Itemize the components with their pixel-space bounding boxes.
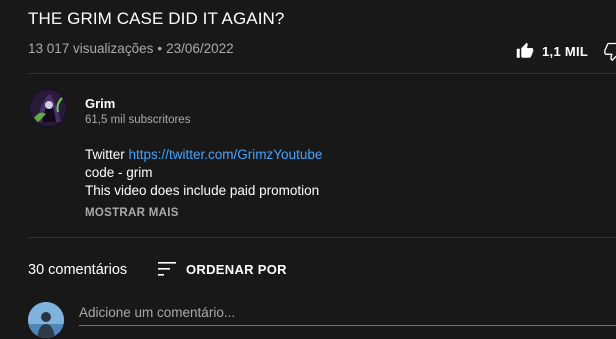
comment-input-underline <box>79 325 616 326</box>
user-avatar <box>28 302 64 338</box>
sort-label: ORDENAR POR <box>186 261 287 277</box>
video-meta: 13 017 visualizações • 23/06/2022 <box>28 41 234 56</box>
show-more-button[interactable]: MOSTRAR MAIS <box>85 207 179 219</box>
subscriber-count: 61,5 mil subscritores <box>85 114 191 126</box>
description-line: code - grim <box>85 165 153 180</box>
user-avatar-image <box>28 302 64 338</box>
sort-icon <box>158 262 176 276</box>
twitter-link[interactable]: https://twitter.com/GrimzYoutube <box>129 147 323 162</box>
thumb-down-icon <box>604 42 616 62</box>
divider <box>28 73 616 74</box>
description-line: Twitter https://twitter.com/GrimzYoutube <box>85 146 322 164</box>
sort-button[interactable]: ORDENAR POR <box>158 259 287 279</box>
upload-date: 23/06/2022 <box>166 41 234 56</box>
channel-avatar[interactable] <box>28 88 68 128</box>
view-count: 13 017 visualizações <box>28 41 154 56</box>
thumb-up-icon <box>516 42 534 58</box>
like-count: 1,1 MIL <box>542 43 589 59</box>
meta-separator: • <box>157 41 163 56</box>
description-line: This video does include paid promotion <box>85 183 320 198</box>
video-title: THE GRIM CASE DID IT AGAIN? <box>28 9 285 28</box>
channel-avatar-image <box>28 88 68 128</box>
divider <box>28 237 616 238</box>
comment-count: 30 comentários <box>28 262 128 278</box>
like-button[interactable]: 1,1 MIL <box>516 40 588 62</box>
twitter-label: Twitter <box>85 147 129 162</box>
add-comment-input[interactable] <box>79 302 616 322</box>
channel-name[interactable]: Grim <box>85 96 115 111</box>
dislike-button[interactable] <box>604 40 616 67</box>
video-description: Twitter https://twitter.com/GrimzYoutube… <box>85 146 322 200</box>
